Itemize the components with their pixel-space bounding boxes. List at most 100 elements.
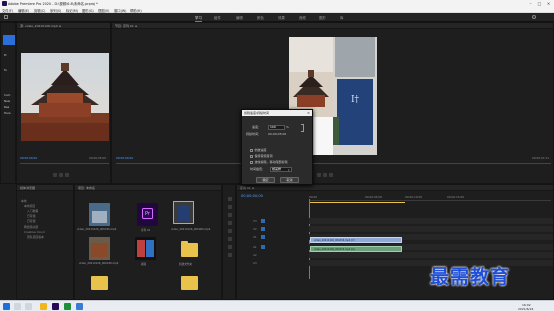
ripple-edit-option[interactable]: 波纹编辑，移动尾部剪辑: [250, 160, 288, 164]
workspace-tab-libraries[interactable]: 库: [340, 15, 343, 20]
close-window-button[interactable]: ×: [544, 0, 553, 7]
link-speed-duration-icon[interactable]: [301, 124, 304, 132]
home-icon[interactable]: [4, 15, 8, 19]
workspace-tab-effects[interactable]: 效果: [278, 15, 285, 20]
taskbar-date[interactable]: 2021/6/24: [518, 307, 533, 311]
video-clip[interactable]: video_20210126_000436.mp4 [V]: [310, 237, 402, 243]
project-thumb-2[interactable]: [173, 201, 194, 224]
source-step-back-icon[interactable]: [53, 173, 57, 177]
workspace-tab-editing[interactable]: 编辑: [236, 15, 243, 20]
menu-sequence[interactable]: 序列(S): [50, 8, 61, 13]
ripple-edit-checkbox[interactable]: [250, 160, 253, 164]
track-a2[interactable]: [309, 252, 553, 258]
tree-item-5[interactable]: 网络驱动器: [24, 225, 38, 229]
audio-clip[interactable]: video_20210126_000436.mp4 [A]: [310, 246, 402, 252]
workspace-tab-audio[interactable]: 音频: [299, 15, 306, 20]
v3-target-icon[interactable]: [261, 219, 265, 223]
track-select-tool-icon[interactable]: [228, 205, 232, 209]
tree-item-4[interactable]: 已存储: [27, 219, 35, 223]
program-play-icon[interactable]: [323, 173, 327, 177]
source-scrubber[interactable]: [20, 163, 109, 164]
program-step-forward-icon[interactable]: [329, 173, 333, 177]
duration-value[interactable]: 00;00;05;00: [268, 132, 286, 136]
selection-tool-icon[interactable]: [228, 197, 232, 201]
menu-window[interactable]: 窗口(W): [114, 8, 126, 13]
source-play-icon[interactable]: [59, 173, 63, 177]
media-browser-panel: 媒体浏览器 本地 本地项目 入门教程 已存储 已存储 网络驱动器 Creativ…: [16, 184, 74, 300]
maintain-pitch-option[interactable]: 保持音频音调: [250, 154, 273, 158]
search-icon[interactable]: [532, 15, 536, 19]
slip-tool-icon[interactable]: [228, 229, 232, 233]
maximize-button[interactable]: □: [535, 0, 544, 7]
program-scrubber[interactable]: [116, 163, 551, 164]
taskbar-search-icon[interactable]: [14, 303, 21, 310]
ruler-tick-2: 00;00;10;00: [405, 195, 423, 199]
maintain-pitch-checkbox[interactable]: [250, 154, 253, 158]
tree-item-1[interactable]: 本地项目: [24, 204, 35, 208]
track-label-v2[interactable]: V2: [253, 227, 257, 231]
tree-item-3[interactable]: 已存储: [27, 214, 35, 218]
browser-icon[interactable]: [76, 303, 83, 310]
menu-graphics[interactable]: 图形(G): [82, 8, 94, 13]
file-explorer-icon[interactable]: [40, 303, 47, 310]
project-thumb-3[interactable]: [89, 237, 110, 260]
folder-icon-2[interactable]: [89, 270, 110, 293]
workspace-tab-color[interactable]: 颜色: [257, 15, 264, 20]
razor-tool-icon[interactable]: [228, 221, 232, 225]
menu-clip[interactable]: 剪辑(C): [34, 8, 45, 13]
learn-card[interactable]: [3, 35, 15, 45]
tree-item-0[interactable]: 本地: [21, 199, 27, 203]
windows-start-icon[interactable]: [3, 303, 10, 310]
project-thumb-0[interactable]: [89, 203, 110, 226]
speed-label: 速度：: [252, 125, 262, 129]
track-v2[interactable]: [309, 226, 553, 232]
reverse-option[interactable]: 倒放速度: [250, 148, 267, 152]
timeline-timecode[interactable]: 00;00;00;00: [241, 194, 263, 198]
track-label-v3[interactable]: V3: [253, 219, 257, 223]
ripple-edit-tool-icon[interactable]: [228, 213, 232, 217]
speed-input[interactable]: 100: [268, 124, 285, 130]
interp-label: 时间插值：: [250, 167, 266, 171]
folder-icon[interactable]: [179, 237, 200, 260]
source-timecode[interactable]: 00;00;00;00: [20, 156, 37, 160]
project-thumb-1[interactable]: Pr: [137, 203, 158, 226]
pen-tool-icon[interactable]: [228, 237, 232, 241]
a1-target-icon[interactable]: [261, 245, 265, 249]
workspace-tab-assembly[interactable]: 组件: [214, 15, 221, 20]
tree-item-7[interactable]: 团队项目版本: [27, 235, 44, 239]
menu-help[interactable]: 帮助(H): [130, 8, 142, 13]
hand-tool-icon[interactable]: [228, 245, 232, 249]
ruler-tick-1: 00;00;05;00: [365, 195, 383, 199]
v2-target-icon[interactable]: [261, 227, 265, 231]
dialog-close-icon[interactable]: ×: [307, 111, 310, 115]
tree-item-2[interactable]: 入门教程: [27, 209, 38, 213]
program-step-back-icon[interactable]: [317, 173, 321, 177]
menu-marker[interactable]: 标记(M): [66, 8, 78, 13]
menu-file[interactable]: 文件(F): [2, 8, 13, 13]
v1-target-icon[interactable]: [261, 235, 265, 239]
track-label-a2[interactable]: A2: [253, 253, 257, 257]
cancel-button[interactable]: 取消: [280, 177, 299, 183]
minimize-button[interactable]: –: [526, 0, 535, 7]
track-v3[interactable]: [309, 218, 553, 224]
reverse-checkbox[interactable]: [250, 148, 253, 152]
ok-button[interactable]: 确定: [256, 177, 275, 183]
track-label-v1[interactable]: V1: [253, 235, 257, 239]
workspace-tab-graphics[interactable]: 图形: [319, 15, 326, 20]
premiere-taskbar-icon[interactable]: [52, 303, 59, 310]
tree-item-6[interactable]: Creative Cloud: [24, 230, 45, 234]
workspace-tab-learn[interactable]: 学习: [195, 15, 202, 22]
menu-view[interactable]: 视图(V): [98, 8, 109, 13]
type-tool-icon[interactable]: [228, 253, 232, 257]
menu-edit[interactable]: 编辑(E): [18, 8, 29, 13]
track-label-a3[interactable]: A3: [253, 261, 257, 265]
task-view-icon[interactable]: [25, 303, 32, 310]
wechat-icon[interactable]: [64, 303, 71, 310]
source-step-forward-icon[interactable]: [65, 173, 69, 177]
timeline-ruler[interactable]: [309, 200, 551, 201]
work-area-bar[interactable]: [309, 202, 405, 203]
folder-icon-3[interactable]: [179, 270, 200, 293]
track-label-a1[interactable]: A1: [253, 245, 257, 249]
program-timecode[interactable]: 00;00;00;00: [116, 156, 133, 160]
project-thumb-4[interactable]: [135, 237, 156, 260]
